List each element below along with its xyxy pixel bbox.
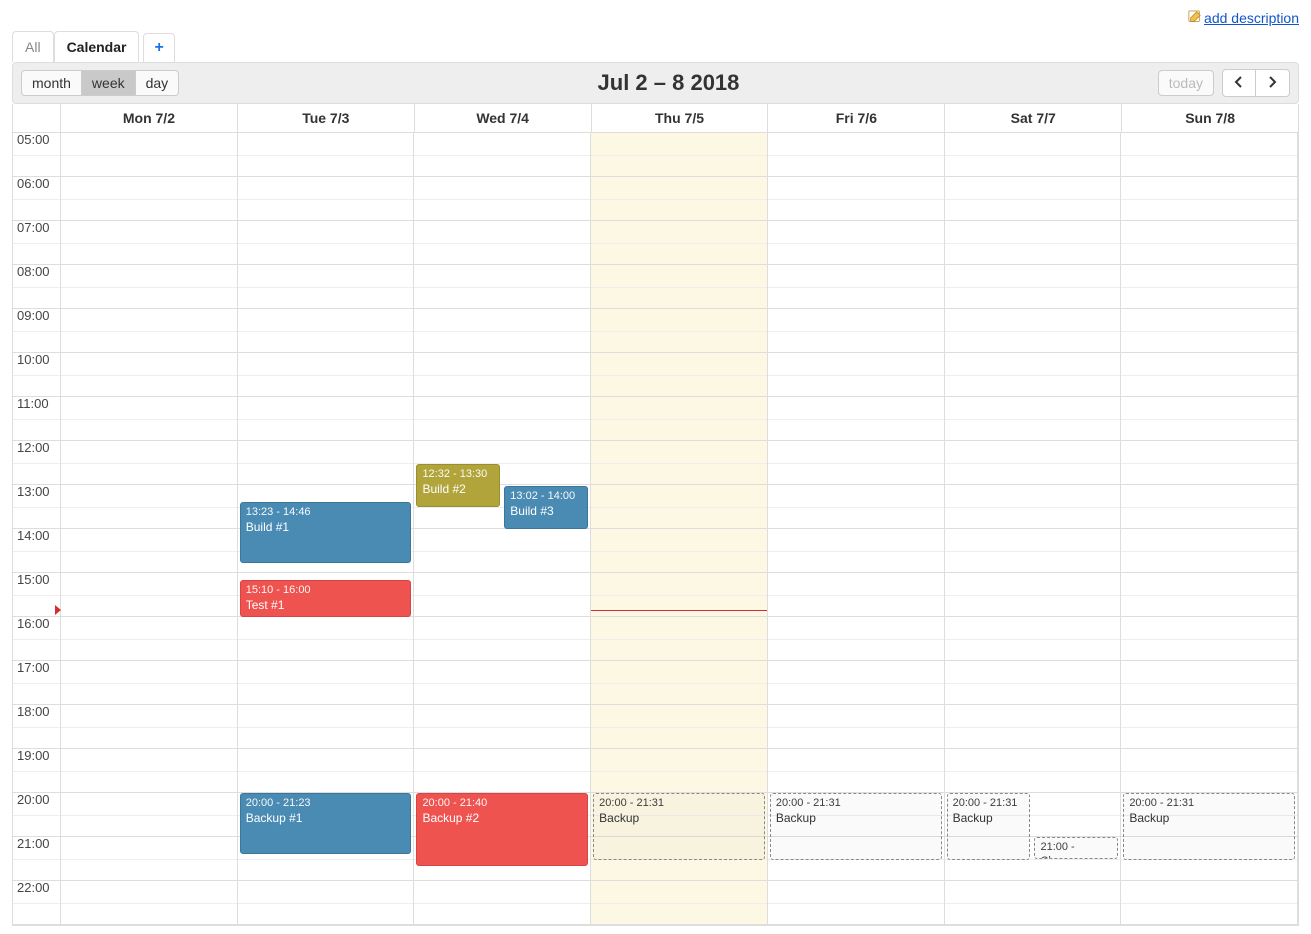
today-button[interactable]: today: [1158, 70, 1214, 96]
calendar-event[interactable]: 20:00 - 21:31Backup: [947, 793, 1031, 860]
hour-label: 18:00: [17, 704, 50, 719]
event-time: 20:00 - 21:31: [599, 797, 759, 811]
hour-label: 15:00: [17, 572, 50, 587]
event-time: 13:23 - 14:46: [246, 506, 406, 520]
event-title: Build #3: [510, 504, 582, 519]
hour-label: 12:00: [17, 440, 50, 455]
event-title: Backup: [953, 811, 1025, 826]
view-switch: month week day: [21, 70, 179, 96]
hour-label: 16:00: [17, 616, 50, 631]
calendar-event[interactable]: 20:00 - 21:31Backup: [593, 793, 765, 860]
day-columns: 13:23 - 14:46Build #1 15:10 - 16:00Test #…: [61, 133, 1298, 925]
view-month-button[interactable]: month: [21, 70, 82, 96]
hour-label: 20:00: [17, 792, 50, 807]
calendar-grid: Mon 7/2Tue 7/3Wed 7/4Thu 7/5Fri 7/6Sat 7…: [12, 104, 1299, 926]
hour-label: 09:00: [17, 308, 50, 323]
view-day-button[interactable]: day: [136, 70, 180, 96]
axis-spacer: [13, 104, 61, 132]
hour-label: 13:00: [17, 484, 50, 499]
event-time: 20:00 - 21:31: [776, 797, 936, 811]
event-title: Backup #2: [422, 811, 582, 826]
calendar-event[interactable]: 21:00 - Cleanup: [1034, 837, 1118, 859]
day-header-row: Mon 7/2Tue 7/3Wed 7/4Thu 7/5Fri 7/6Sat 7…: [13, 104, 1298, 133]
calendar-event[interactable]: 12:32 - 13:30Build #2: [416, 464, 500, 507]
event-title: Backup: [599, 811, 759, 826]
hour-label: 11:00: [17, 396, 49, 411]
chevron-left-icon: [1234, 76, 1244, 91]
tab-all[interactable]: All: [12, 31, 54, 62]
day-column[interactable]: 20:00 - 21:31Backup: [591, 133, 768, 925]
day-header: Fri 7/6: [768, 104, 945, 132]
day-column[interactable]: 12:32 - 13:30Build #213:02 - 14:00Build …: [414, 133, 591, 925]
event-title: Backup #1: [246, 811, 406, 826]
calendar-event[interactable]: 20:00 - 21:31Backup: [1123, 793, 1295, 860]
edit-icon: [1188, 10, 1202, 27]
day-header: Sat 7/7: [945, 104, 1122, 132]
day-column[interactable]: 20:00 - 21:31Backup: [1121, 133, 1298, 925]
event-title: Test #1: [246, 598, 406, 613]
event-title: Build #2: [422, 482, 494, 497]
event-time: 20:00 - 21:31: [1129, 797, 1289, 811]
hour-label: 10:00: [17, 352, 50, 367]
event-label: 21:00 - Cleanup: [1040, 841, 1112, 859]
calendar-event[interactable]: 13:23 - 14:46Build #1: [240, 502, 412, 563]
time-axis: 05:00 06:00 07:00 08:00 09:00 10:00 11:00 12:00…: [13, 133, 61, 925]
day-header: Mon 7/2: [61, 104, 238, 132]
day-column[interactable]: 13:23 - 14:46Build #1 15:10 - 16:00Test #…: [238, 133, 415, 925]
day-column[interactable]: 20:00 - 21:31Backup 21:00 - Cleanup: [945, 133, 1122, 925]
add-description-link[interactable]: add description: [1188, 10, 1299, 27]
hour-label: 19:00: [17, 748, 50, 763]
hour-label: 22:00: [17, 880, 50, 895]
hour-label: 14:00: [17, 528, 50, 543]
event-time: 20:00 - 21:23: [246, 797, 406, 811]
event-time: 20:00 - 21:40: [422, 797, 582, 811]
event-time: 15:10 - 16:00: [246, 584, 406, 598]
event-title: Backup: [776, 811, 936, 826]
event-time: 13:02 - 14:00: [510, 490, 582, 504]
hour-label: 06:00: [17, 176, 50, 191]
view-week-button[interactable]: week: [82, 70, 136, 96]
chevron-right-icon: [1267, 76, 1277, 91]
calendar-event[interactable]: 13:02 - 14:00Build #3: [504, 486, 588, 529]
tab-bar: All Calendar +: [12, 30, 1299, 62]
add-description-label: add description: [1204, 10, 1299, 26]
calendar-event[interactable]: 20:00 - 21:23Backup #1: [240, 793, 412, 854]
hour-label: 05:00: [17, 132, 50, 147]
calendar-event[interactable]: 15:10 - 16:00Test #1: [240, 580, 412, 617]
event-time: 12:32 - 13:30: [422, 468, 494, 482]
day-column[interactable]: [61, 133, 238, 925]
event-time: 20:00 - 21:31: [953, 797, 1025, 811]
day-header: Wed 7/4: [415, 104, 592, 132]
event-title: Build #1: [246, 520, 406, 535]
hour-label: 08:00: [17, 264, 50, 279]
day-header: Sun 7/8: [1122, 104, 1298, 132]
prev-button[interactable]: [1222, 69, 1256, 97]
hour-label: 07:00: [17, 220, 50, 235]
date-range-title: Jul 2 – 8 2018: [598, 70, 740, 96]
day-header: Tue 7/3: [238, 104, 415, 132]
tab-calendar[interactable]: Calendar: [54, 31, 140, 62]
next-button[interactable]: [1256, 69, 1290, 97]
day-header: Thu 7/5: [592, 104, 769, 132]
tab-add[interactable]: +: [143, 33, 174, 62]
hour-label: 17:00: [17, 660, 50, 675]
calendar-toolbar: month week day Jul 2 – 8 2018 today: [12, 62, 1299, 104]
event-title: Backup: [1129, 811, 1289, 826]
hour-label: 21:00: [17, 836, 50, 851]
day-column[interactable]: 20:00 - 21:31Backup: [768, 133, 945, 925]
calendar-event[interactable]: 20:00 - 21:40Backup #2: [416, 793, 588, 866]
calendar-event[interactable]: 20:00 - 21:31Backup: [770, 793, 942, 860]
